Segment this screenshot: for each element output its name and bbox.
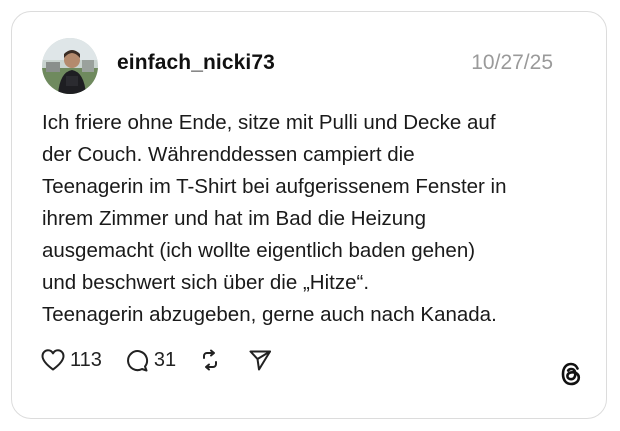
threads-logo-glyph [561, 362, 581, 386]
like-button[interactable]: 113 [40, 348, 102, 372]
share-button[interactable] [248, 348, 272, 372]
repost-button[interactable] [198, 348, 222, 372]
username[interactable]: einfach_nicki73 [117, 51, 275, 75]
reply-button[interactable]: 31 [124, 348, 176, 373]
reply-count: 31 [153, 348, 177, 371]
comment-icon [126, 349, 148, 371]
action-bar: 113 31 [40, 345, 272, 375]
post-card: einfach_nicki73 10/27/25 Ich friere ohne… [11, 11, 607, 419]
threads-logo-icon[interactable] [558, 361, 584, 387]
post-date: 10/27/25 [471, 51, 553, 74]
like-count: 113 [70, 348, 102, 371]
heart-icon [41, 349, 65, 371]
send-icon [249, 350, 272, 371]
avatar[interactable] [42, 38, 98, 94]
repost-icon [203, 349, 218, 371]
avatar-image [42, 38, 98, 94]
post-text: Ich friere ohne Ende, sitze mit Pulli un… [42, 111, 507, 326]
